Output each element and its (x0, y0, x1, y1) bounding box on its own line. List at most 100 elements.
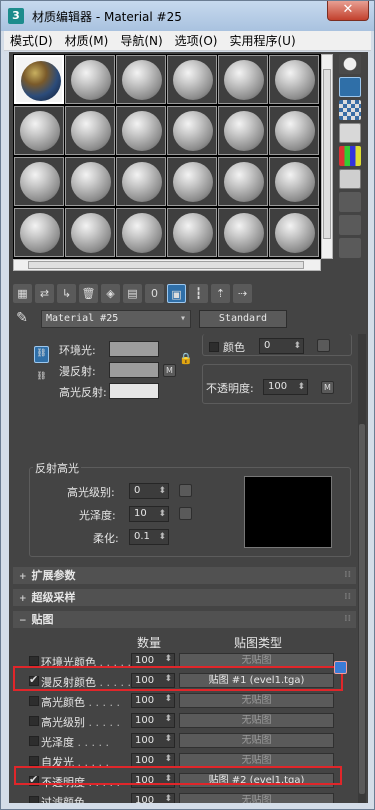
map-enable-checkbox[interactable] (29, 796, 39, 803)
material-sample-slot[interactable] (218, 208, 268, 257)
opacity-spinner[interactable]: 100 (263, 379, 308, 395)
lock-ambient-diffuse-icon[interactable]: ⛓ (34, 346, 49, 363)
glossiness-spinner[interactable]: 10 (129, 506, 169, 522)
material-sample-slot[interactable] (218, 55, 268, 104)
delete-icon[interactable]: 🗑 (79, 283, 98, 303)
material-sample-slot[interactable] (14, 208, 64, 257)
material-sample-slot[interactable] (116, 106, 166, 155)
material-name-field[interactable]: Material #25 (41, 310, 191, 328)
material-sample-slot[interactable] (269, 106, 319, 155)
menu-mode[interactable]: 模式(D) (4, 32, 59, 49)
diffuse-map-button[interactable]: M (163, 364, 176, 377)
map-enable-checkbox[interactable] (29, 696, 39, 706)
material-sample-slot[interactable] (14, 106, 64, 155)
menu-utilities[interactable]: 实用程序(U) (223, 32, 301, 49)
sample-sphere (122, 111, 162, 151)
map-slot-button[interactable]: 无贴图 (179, 793, 334, 803)
specular-level-label: 高光级别: (67, 486, 115, 499)
material-sample-slot[interactable] (218, 157, 268, 206)
soften-spinner[interactable]: 0.1 (129, 529, 169, 545)
go-to-parent-icon[interactable]: ⇡ (211, 283, 230, 303)
material-id-icon[interactable]: 0 (145, 283, 164, 303)
menu-material[interactable]: 材质(M) (59, 32, 115, 49)
opacity-map-highlight (14, 766, 342, 785)
rollout-supersampling[interactable]: + 超级采样 ⁞⁞ (13, 589, 356, 606)
material-sample-slot[interactable] (269, 157, 319, 206)
close-button[interactable]: ✕ (327, 1, 369, 21)
show-map-in-viewport-icon[interactable]: ▣ (167, 283, 186, 303)
ambient-color-swatch[interactable] (109, 341, 159, 357)
lock-icon[interactable]: 🔒 (179, 352, 193, 365)
self-illum-map-button[interactable] (317, 339, 330, 352)
self-illum-value-spinner[interactable]: 0 (259, 338, 304, 354)
material-sample-slot[interactable] (116, 208, 166, 257)
map-slot-button[interactable]: 无贴图 (179, 733, 334, 748)
title-bar[interactable]: 3 材质编辑器 - Material #25 ✕ (1, 1, 374, 31)
map-channel-label: 过滤颜色 . . . . . (41, 796, 120, 803)
panel-scrollbar[interactable] (358, 334, 366, 803)
map-amount-spinner[interactable]: 100 (131, 733, 175, 748)
menu-options[interactable]: 选项(O) (169, 32, 224, 49)
material-sample-slot[interactable] (167, 55, 217, 104)
material-sample-slot[interactable] (116, 55, 166, 104)
material-sample-slot[interactable] (65, 55, 115, 104)
specular-level-map-button[interactable] (179, 484, 192, 497)
assign-to-selection-icon[interactable]: ↳ (57, 283, 76, 303)
material-sample-slot[interactable] (116, 157, 166, 206)
material-sample-slot[interactable] (167, 106, 217, 155)
maps-type-header: 贴图类型 (234, 636, 283, 650)
material-type-button[interactable]: Standard (199, 310, 287, 328)
put-to-library-icon[interactable]: ▤ (123, 283, 142, 303)
specular-color-swatch[interactable] (109, 383, 159, 399)
material-map-navigator-icon[interactable] (339, 238, 361, 258)
slots-horizontal-scrollbar[interactable] (13, 259, 321, 271)
material-sample-slot[interactable] (167, 157, 217, 206)
select-by-material-icon[interactable] (339, 215, 361, 235)
sample-type-icon[interactable] (339, 54, 361, 74)
material-sample-slot[interactable] (14, 157, 64, 206)
make-unique-icon[interactable]: ◈ (101, 283, 120, 303)
material-sample-slot[interactable] (65, 157, 115, 206)
map-enable-checkbox[interactable] (29, 736, 39, 746)
self-illum-color-label: 颜色 (223, 341, 245, 354)
rollout-maps[interactable]: − 贴图 ⁞⁞ (13, 611, 356, 628)
diffuse-color-swatch[interactable] (109, 362, 159, 378)
unlock-link-icon[interactable]: ⛓ (34, 370, 49, 387)
specular-level-spinner[interactable]: 0 (129, 483, 169, 499)
map-enable-checkbox[interactable] (29, 716, 39, 726)
self-illum-color-checkbox[interactable] (209, 342, 219, 352)
go-forward-sibling-icon[interactable]: ⇢ (233, 283, 252, 303)
map-enable-checkbox[interactable] (29, 756, 39, 766)
map-row: 过滤颜色 . . . . . 100 无贴图 (9, 792, 358, 803)
eyedropper-icon[interactable]: ✎ (13, 310, 31, 328)
map-slot-button[interactable]: 无贴图 (179, 713, 334, 728)
menu-navigation[interactable]: 导航(N) (114, 32, 168, 49)
map-amount-spinner[interactable]: 100 (131, 693, 175, 708)
uv-tiling-icon[interactable] (339, 123, 361, 143)
map-slot-button[interactable]: 无贴图 (179, 693, 334, 708)
material-sample-slot[interactable] (218, 106, 268, 155)
map-amount-spinner[interactable]: 100 (131, 793, 175, 803)
glossiness-map-button[interactable] (179, 507, 192, 520)
show-end-result-icon[interactable]: ┇ (189, 283, 208, 303)
material-sample-slot[interactable] (14, 55, 64, 104)
make-preview-icon[interactable] (339, 169, 361, 189)
get-material-icon[interactable]: ▦ (13, 283, 32, 303)
backlight-icon[interactable] (339, 77, 361, 97)
sample-sphere (224, 60, 264, 100)
opacity-map-button[interactable]: M (321, 381, 334, 394)
sample-sphere (71, 162, 111, 202)
material-sample-slot[interactable] (65, 208, 115, 257)
material-sample-slot[interactable] (65, 106, 115, 155)
rollout-extended-parameters[interactable]: + 扩展参数 ⁞⁞ (13, 567, 356, 584)
map-enable-checkbox[interactable] (29, 656, 39, 666)
options-icon[interactable] (339, 192, 361, 212)
material-sample-slot[interactable] (269, 55, 319, 104)
video-color-check-icon[interactable] (339, 146, 361, 166)
slots-vertical-scrollbar[interactable] (321, 54, 333, 259)
put-to-scene-icon[interactable]: ⇄ (35, 283, 54, 303)
map-amount-spinner[interactable]: 100 (131, 713, 175, 728)
background-icon[interactable] (339, 100, 361, 120)
material-sample-slot[interactable] (269, 208, 319, 257)
material-sample-slot[interactable] (167, 208, 217, 257)
